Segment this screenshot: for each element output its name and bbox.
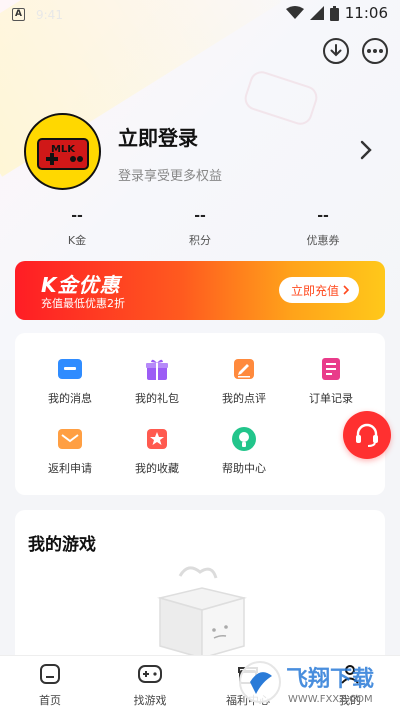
menu-item-favorites[interactable]: 我的收藏 [112,425,202,476]
stat-label: 积分 [189,234,211,247]
review-icon [234,359,254,379]
more-icon [367,49,383,53]
stat-value: -- [194,208,206,224]
menu-item-label: 我的点评 [222,392,266,405]
rebate-icon [58,429,82,449]
login-subtitle: 登录享受更多权益 [118,169,223,184]
recharge-button[interactable]: 立即充值 [278,277,359,303]
message-icon [58,359,82,379]
headset-icon [356,423,378,447]
stat-label: K金 [67,234,87,247]
stat-kcoin[interactable]: -- K金 [17,208,137,248]
stat-label: 优惠券 [306,234,340,247]
menu-item-label: 我的礼包 [135,392,179,405]
recharge-button-label: 立即充值 [290,283,339,298]
customer-support-button[interactable] [343,411,391,459]
chevron-right-icon [343,285,349,295]
recharge-banner[interactable]: K金优惠 充值最低优惠2折 立即充值 [15,261,385,320]
chevron-right-icon[interactable] [360,140,372,160]
status-icons: 11:06 [285,4,388,22]
favorite-icon [147,429,167,449]
banner-title: K金优惠 [41,273,121,297]
empty-box-icon [157,566,247,658]
avatar[interactable]: MLK [24,113,101,190]
gamepad-icon [138,665,162,683]
tab-label: 首页 [39,694,61,707]
home-icon [40,664,60,684]
signal-icon [309,6,324,20]
order-icon [322,358,340,380]
stat-value: -- [71,208,83,224]
status-faded-time: 9:41 [36,8,63,22]
watermark-url: WWW.FXXZ.COM [288,694,373,705]
watermark-logo: 飞翔下载 WWW.FXXZ.COM [239,661,374,705]
menu-item-messages[interactable]: 我的消息 [25,355,115,406]
banner-subtitle: 充值最低优惠2折 [41,297,125,310]
menu-card: 我的消息 我的礼包 我的点评 订单记录 返利申请 我的收藏 帮助中心 [15,333,385,495]
menu-item-label: 我的消息 [48,392,92,405]
my-games-title: 我的游戏 [28,535,96,555]
menu-item-reviews[interactable]: 我的点评 [199,355,289,406]
menu-item-gifts[interactable]: 我的礼包 [112,355,202,406]
menu-item-rebate[interactable]: 返利申请 [25,425,115,476]
gift-icon [146,359,168,380]
tab-home[interactable]: 首页 [10,662,90,708]
more-button[interactable] [362,38,388,64]
stat-points[interactable]: -- 积分 [140,208,260,248]
tab-label: 找游戏 [133,694,167,707]
help-icon [232,427,256,451]
battery-icon [329,5,339,21]
menu-item-help[interactable]: 帮助中心 [199,425,289,476]
stat-coupons[interactable]: -- 优惠券 [263,208,383,248]
stat-value: -- [317,208,329,224]
status-time: 11:06 [344,4,388,22]
menu-item-label: 我的收藏 [135,462,179,475]
menu-item-label: 订单记录 [309,392,353,405]
status-badge: A [12,8,25,21]
download-button[interactable] [323,38,349,64]
menu-item-label: 帮助中心 [222,462,266,475]
tab-find-games[interactable]: 找游戏 [110,662,190,708]
menu-item-orders[interactable]: 订单记录 [286,355,376,406]
status-bar: A 9:41 11:06 [0,0,400,30]
download-icon [330,44,342,57]
menu-item-label: 返利申请 [48,462,92,475]
watermark-text: 飞翔下载 [286,666,374,692]
wifi-icon [285,6,304,19]
svg-text:MLK: MLK [51,144,76,155]
login-title[interactable]: 立即登录 [118,122,198,151]
